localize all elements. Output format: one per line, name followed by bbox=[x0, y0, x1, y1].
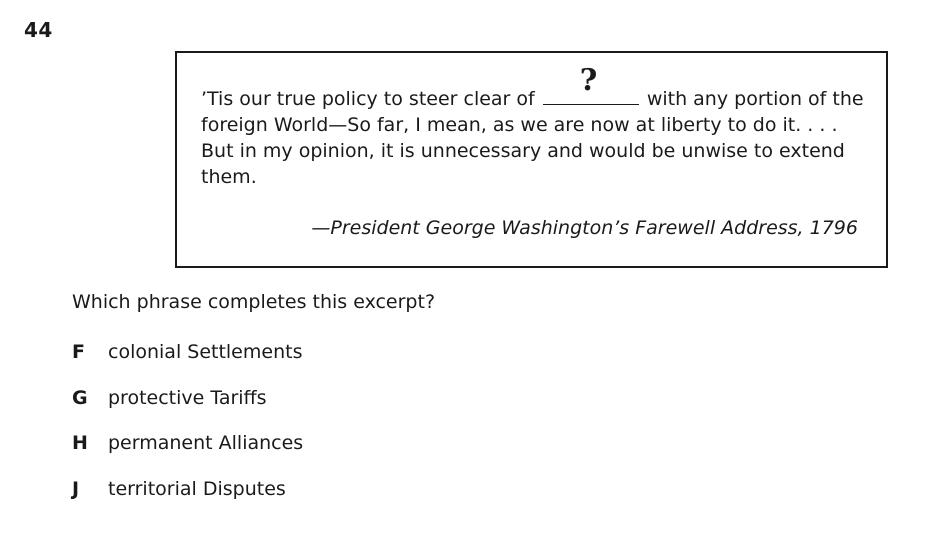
choice-text: colonial Settlements bbox=[108, 341, 303, 363]
choice-text: territorial Disputes bbox=[108, 477, 286, 500]
choice-letter: H bbox=[72, 432, 88, 454]
choice-letter: J bbox=[72, 477, 80, 500]
question-number: 44 bbox=[24, 18, 53, 42]
excerpt-attribution: —President George Washington’s Farewell … bbox=[311, 217, 858, 239]
choice-letter: G bbox=[72, 386, 88, 409]
choice-text: protective Tariffs bbox=[108, 386, 267, 409]
excerpt-text-before-blank: ’Tis our true policy to steer clear of bbox=[201, 88, 535, 110]
choice-letter: F bbox=[72, 341, 85, 363]
answer-choice-h[interactable]: H permanent Alliances bbox=[72, 432, 303, 478]
excerpt-blank: ? bbox=[542, 66, 639, 105]
excerpt-box: ’Tis our true policy to steer clear of ?… bbox=[175, 51, 888, 268]
choice-text: permanent Alliances bbox=[108, 432, 304, 454]
answer-choice-j[interactable]: J territorial Disputes bbox=[72, 478, 303, 524]
blank-question-mark: ? bbox=[579, 63, 598, 98]
answer-choices: F colonial Settlements G protective Tari… bbox=[72, 341, 303, 523]
question-prompt: Which phrase completes this excerpt? bbox=[72, 291, 436, 313]
excerpt-text: ’Tis our true policy to steer clear of ?… bbox=[201, 66, 871, 190]
answer-choice-f[interactable]: F colonial Settlements bbox=[72, 341, 303, 387]
answer-choice-g[interactable]: G protective Tariffs bbox=[72, 387, 303, 433]
